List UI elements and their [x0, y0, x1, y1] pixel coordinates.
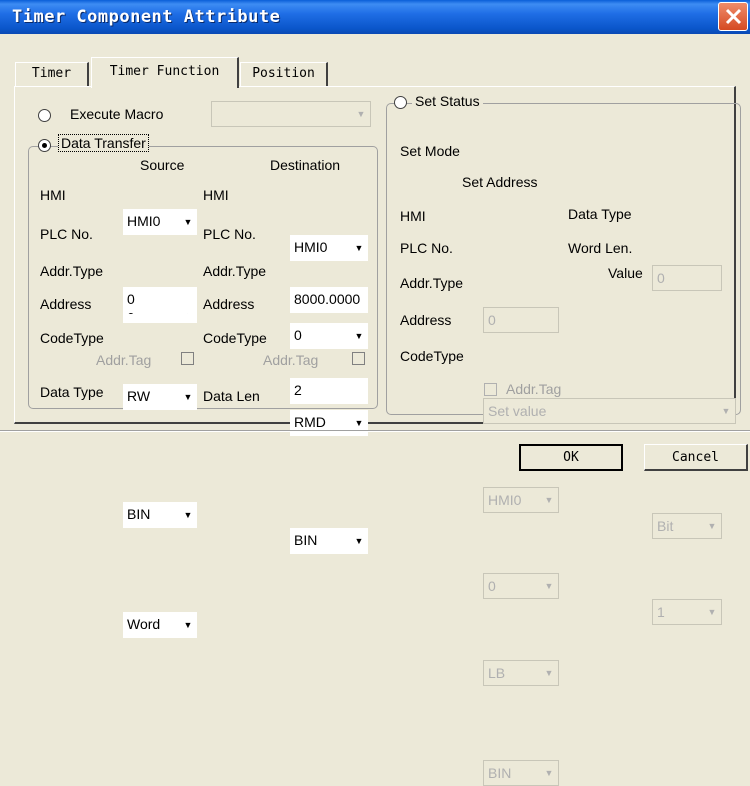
set-address-input[interactable]: 0 [483, 307, 559, 333]
source-address-input[interactable]: 0 [123, 287, 197, 313]
chevron-down-icon: ▼ [354, 243, 364, 253]
chevron-down-icon: ▼ [183, 392, 193, 402]
chevron-down-icon: ▼ [544, 668, 554, 678]
set-plc-dropdown[interactable]: 0 ▼ [483, 573, 559, 599]
destination-header: Destination [270, 157, 341, 173]
chevron-down-icon: ▼ [544, 768, 554, 778]
set-hmi-dropdown[interactable]: HMI0 ▼ [483, 487, 559, 513]
destination-addr-type-dropdown[interactable]: RMD ▼ [290, 410, 368, 436]
set-word-len-dropdown[interactable]: 1 ▼ [652, 599, 722, 625]
destination-address-label: Address [203, 296, 255, 312]
source-hmi-label: HMI [40, 187, 66, 203]
set-mode-dropdown[interactable]: Set value ▼ [483, 398, 736, 424]
source-addr-type-dropdown[interactable]: RW ▼ [123, 384, 197, 410]
chevron-down-icon: ▼ [183, 510, 193, 520]
chevron-down-icon: ▼ [707, 607, 717, 617]
tab-position[interactable]: Position [240, 62, 328, 86]
set-addr-tag-label: Addr.Tag [506, 381, 562, 397]
destination-plc-dropdown[interactable]: 0 ▼ [290, 323, 368, 349]
chevron-down-icon: ▼ [183, 620, 193, 630]
set-address-header: Set Address [462, 174, 538, 190]
source-plc-label: PLC No. [40, 226, 93, 242]
set-data-type-label: Data Type [568, 206, 632, 222]
window-title: Timer Component Attribute [12, 7, 281, 27]
close-button[interactable] [718, 2, 748, 31]
chevron-down-icon: ▼ [544, 495, 554, 505]
destination-addr-tag-label: Addr.Tag [263, 352, 319, 368]
chevron-down-icon: ▼ [183, 217, 193, 227]
set-status-label: Set Status [412, 93, 483, 109]
data-type-label: Data Type [40, 384, 104, 400]
source-hmi-dropdown[interactable]: HMI0 ▼ [123, 209, 197, 235]
set-status-radio[interactable] [394, 96, 407, 109]
set-data-type-dropdown[interactable]: Bit ▼ [652, 513, 722, 539]
set-addr-type-label: Addr.Type [400, 275, 464, 291]
destination-code-type-label: CodeType [203, 330, 267, 346]
destination-plc-label: PLC No. [203, 226, 256, 242]
set-hmi-label: HMI [400, 208, 426, 224]
chevron-down-icon: ▼ [354, 331, 364, 341]
destination-address-input[interactable]: 8000.0000 [290, 287, 368, 313]
execute-macro-label: Execute Macro [70, 106, 164, 122]
set-plc-label: PLC No. [400, 240, 453, 256]
tab-timer-function[interactable]: Timer Function [91, 57, 239, 88]
source-address-label: Address [40, 296, 92, 312]
destination-hmi-dropdown[interactable]: HMI0 ▼ [290, 235, 368, 261]
source-addr-tag-label: Addr.Tag [96, 352, 152, 368]
set-code-type-label: CodeType [400, 348, 464, 364]
set-mode-label: Set Mode [400, 143, 460, 159]
chevron-down-icon: ▼ [354, 418, 364, 428]
set-addr-tag-checkbox[interactable] [484, 383, 497, 396]
destination-addr-tag-checkbox[interactable] [352, 352, 365, 365]
set-addr-type-dropdown[interactable]: LB ▼ [483, 660, 559, 686]
execute-macro-dropdown[interactable]: ▼ [211, 101, 371, 127]
chevron-down-icon: ▼ [356, 109, 366, 119]
cancel-button[interactable]: Cancel [644, 444, 748, 471]
chevron-down-icon: ▼ [354, 536, 364, 546]
destination-hmi-label: HMI [203, 187, 229, 203]
footer-separator [0, 430, 750, 432]
chevron-down-icon: ▼ [544, 581, 554, 591]
destination-addr-type-label: Addr.Type [203, 263, 267, 279]
source-code-type-label: CodeType [40, 330, 104, 346]
source-addr-tag-checkbox[interactable] [181, 352, 194, 365]
set-word-len-label: Word Len. [568, 240, 633, 256]
data-len-input[interactable]: 2 [290, 378, 368, 404]
source-code-type-dropdown[interactable]: BIN ▼ [123, 502, 197, 528]
data-type-dropdown[interactable]: Word ▼ [123, 612, 197, 638]
data-len-label: Data Len [203, 388, 260, 404]
ok-button[interactable]: OK [519, 444, 623, 471]
source-addr-type-label: Addr.Type [40, 263, 104, 279]
set-address-label: Address [400, 312, 452, 328]
set-value-label: Value [608, 265, 643, 281]
close-icon [725, 8, 742, 25]
data-transfer-label: Data Transfer [58, 134, 149, 152]
destination-code-type-dropdown[interactable]: BIN ▼ [290, 528, 368, 554]
data-transfer-radio[interactable] [38, 139, 51, 152]
chevron-down-icon: ▼ [721, 406, 731, 416]
execute-macro-radio[interactable] [38, 109, 51, 122]
chevron-down-icon: ▼ [707, 521, 717, 531]
set-value-input[interactable]: 0 [652, 265, 722, 291]
set-code-type-dropdown[interactable]: BIN ▼ [483, 760, 559, 786]
source-header: Source [140, 157, 185, 173]
tab-timer[interactable]: Timer [15, 62, 89, 86]
